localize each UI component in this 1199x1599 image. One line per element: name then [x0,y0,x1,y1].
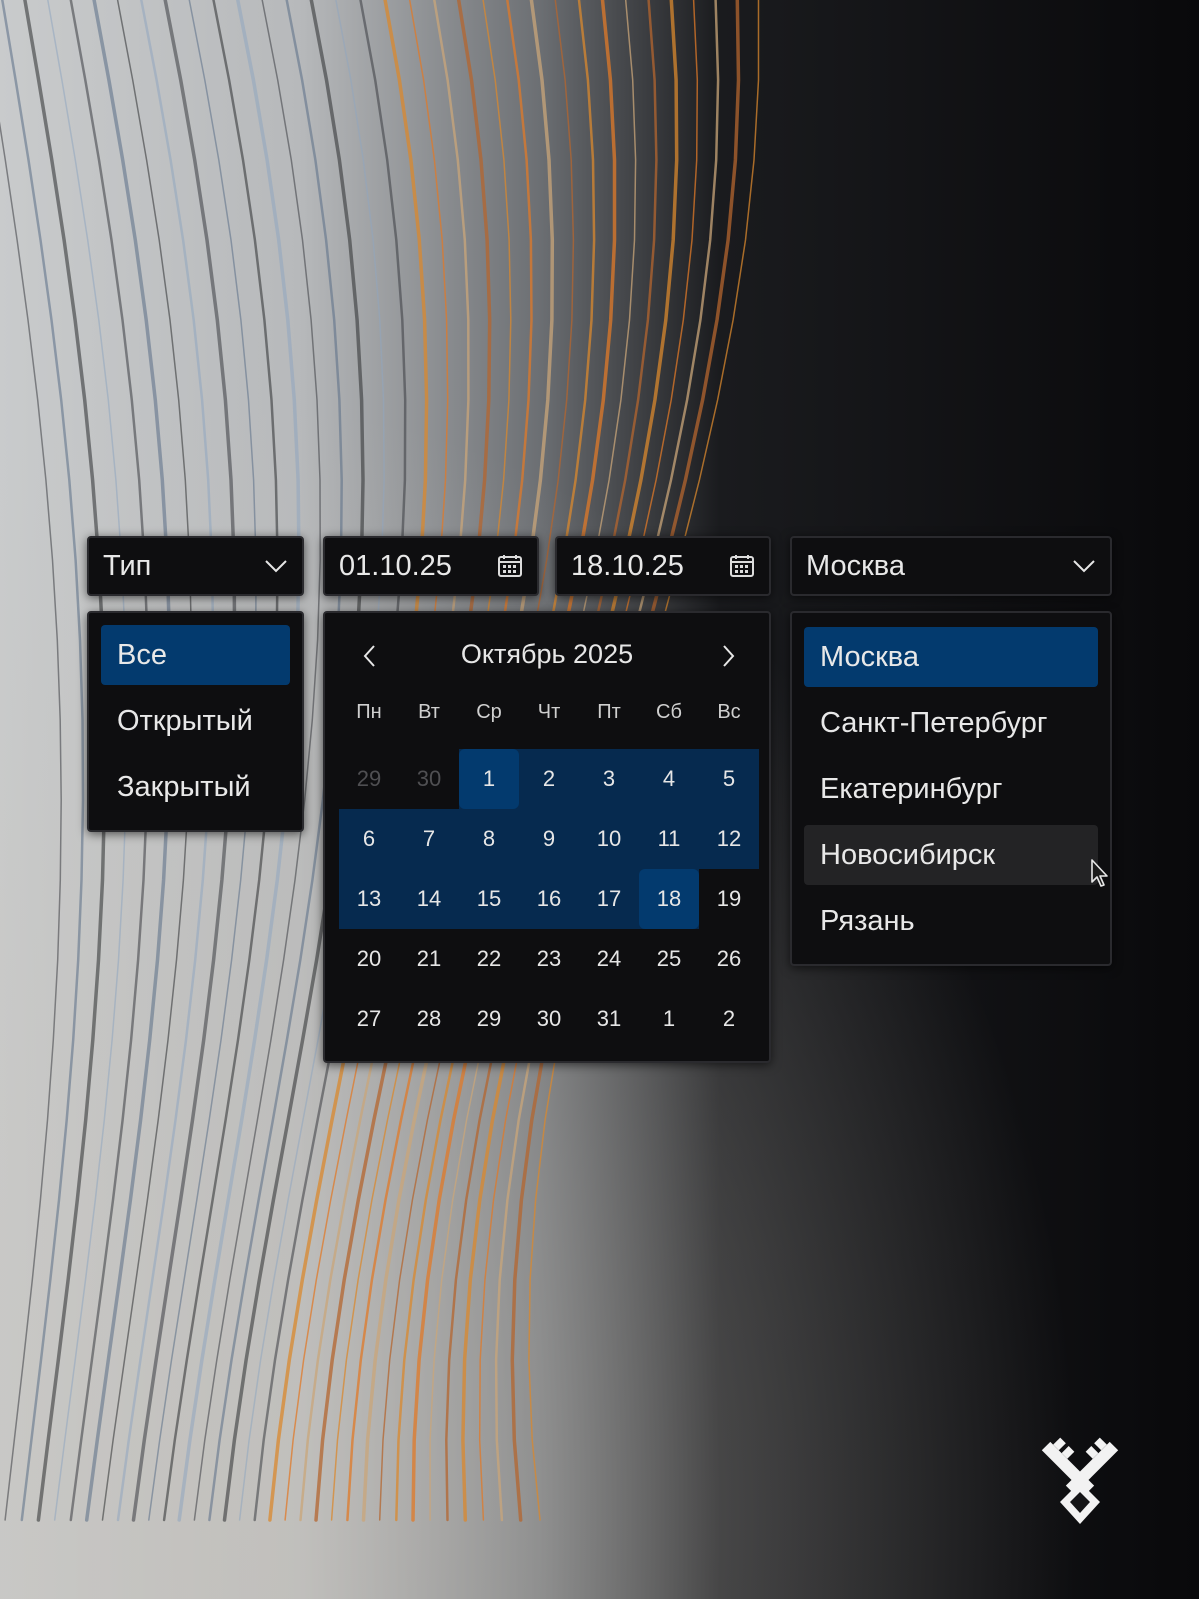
calendar-day[interactable]: 19 [699,869,759,929]
option-label: Санкт-Петербург [820,706,1048,739]
calendar-day[interactable]: 21 [399,929,459,989]
weekday-header: Пн [356,701,382,723]
calendar-day[interactable]: 9 [519,809,579,869]
calendar-icon[interactable] [729,554,755,578]
date-to-input[interactable]: 18.10.25 [555,536,771,596]
crossed-keys-logo-icon [1041,1437,1119,1524]
calendar-day[interactable]: 24 [579,929,639,989]
calendar-day[interactable]: 22 [459,929,519,989]
calendar-day[interactable]: 14 [399,869,459,929]
option-label: Рязань [820,904,915,937]
mouse-cursor-icon [1091,859,1108,887]
calendar-day[interactable]: 12 [699,809,759,869]
type-option-open[interactable]: Открытый [101,691,290,751]
calendar-day[interactable]: 20 [339,929,399,989]
type-dropdown: Все Открытый Закрытый [87,611,304,832]
calendar-day[interactable]: 23 [519,929,579,989]
calendar-day[interactable]: 5 [699,749,759,809]
calendar-day[interactable]: 13 [339,869,399,929]
calendar-day[interactable]: 4 [639,749,699,809]
city-select[interactable]: Москва [790,536,1112,596]
calendar-day[interactable]: 1 [639,989,699,1049]
option-label: Открытый [117,704,253,737]
calendar-month-title: Октябрь 2025 [460,639,634,669]
next-month-button[interactable] [713,641,743,671]
chevron-down-icon [264,559,288,573]
type-select-label: Тип [103,549,152,582]
calendar-day[interactable]: 30 [399,749,459,809]
calendar-day[interactable]: 3 [579,749,639,809]
city-option-spb[interactable]: Санкт-Петербург [804,693,1098,753]
weekday-header: Ср [476,701,502,723]
calendar-popup: Октябрь 2025 Пн Вт Ср Чт Пт Сб Вс 29 30 1 2 3 4 5 6 7 8 9… [323,611,771,1063]
date-from-input[interactable]: 01.10.25 [323,536,539,596]
type-option-closed[interactable]: Закрытый [101,757,290,817]
calendar-day[interactable]: 17 [579,869,639,929]
calendar-icon[interactable] [497,554,523,578]
city-option-ekaterinburg[interactable]: Екатеринбург [804,759,1098,819]
date-from-value: 01.10.25 [339,549,452,582]
calendar-day[interactable]: 10 [579,809,639,869]
calendar-day[interactable]: 27 [339,989,399,1049]
date-to-value: 18.10.25 [571,549,684,582]
calendar-day[interactable]: 25 [639,929,699,989]
calendar-day[interactable]: 31 [579,989,639,1049]
weekday-header: Сб [656,701,682,723]
weekday-header: Пт [597,701,621,723]
option-label: Москва [820,640,920,673]
weekday-header: Чт [537,701,561,723]
city-option-novosibirsk[interactable]: Новосибирск [804,825,1098,885]
calendar-day[interactable]: 28 [399,989,459,1049]
calendar-day[interactable]: 26 [699,929,759,989]
calendar-day[interactable]: 15 [459,869,519,929]
calendar-day[interactable]: 6 [339,809,399,869]
type-select[interactable]: Тип [87,536,304,596]
weekday-header: Вт [418,701,440,723]
calendar-day[interactable]: 29 [459,989,519,1049]
calendar-day[interactable]: 29 [339,749,399,809]
city-select-value: Москва [806,549,906,582]
calendar-day[interactable]: 8 [459,809,519,869]
type-option-all[interactable]: Все [101,625,290,685]
calendar-day[interactable]: 30 [519,989,579,1049]
chevron-down-icon [1072,559,1096,573]
calendar-day[interactable]: 2 [699,989,759,1049]
weekday-header: Вс [717,701,741,723]
option-label: Екатеринбург [820,772,1003,805]
city-option-ryazan[interactable]: Рязань [804,891,1098,951]
calendar-day[interactable]: 1 [459,749,519,809]
calendar-day[interactable]: 2 [519,749,579,809]
calendar-day[interactable]: 7 [399,809,459,869]
calendar-day[interactable]: 16 [519,869,579,929]
calendar-day[interactable]: 11 [639,809,699,869]
option-label: Закрытый [117,770,251,803]
city-option-moscow[interactable]: Москва [804,627,1098,687]
option-label: Все [117,638,167,671]
city-dropdown: Москва Санкт-Петербург Екатеринбург Ново… [790,611,1112,966]
option-label: Новосибирск [820,838,996,871]
calendar-day[interactable]: 18 [639,869,699,929]
chevron-right-icon [723,645,735,667]
